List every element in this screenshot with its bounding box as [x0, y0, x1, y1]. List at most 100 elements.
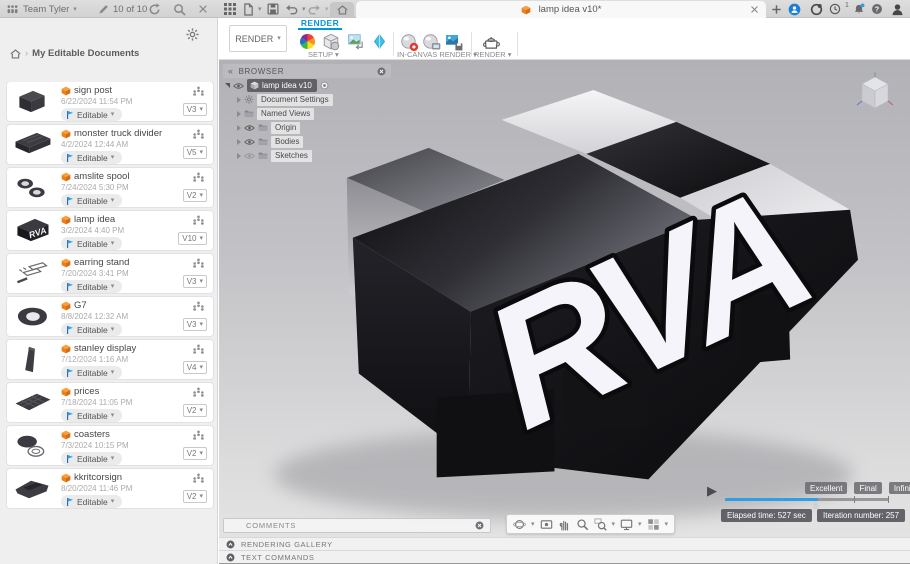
visibility-eye-icon[interactable]: [244, 138, 255, 146]
rendering-gallery-bar[interactable]: RENDERING GALLERY: [219, 537, 910, 550]
notifications-button[interactable]: 1: [829, 0, 849, 18]
visibility-eye-icon[interactable]: [244, 124, 255, 132]
close-panel-button[interactable]: [197, 0, 209, 18]
breadcrumb[interactable]: › My Editable Documents: [10, 48, 139, 59]
document-name[interactable]: kkritcorsign: [74, 472, 122, 483]
document-version-chip[interactable]: V4 ▾: [182, 361, 207, 374]
document-card[interactable]: stanley display 7/12/2024 1:16 AM Editable…: [7, 340, 213, 379]
team-switcher[interactable]: Team Tyler ▾: [6, 0, 77, 18]
home-tab[interactable]: [330, 2, 354, 18]
document-version-chip[interactable]: V3 ▾: [182, 318, 207, 331]
render-viewport[interactable]: RVA « BROWSER lamp idea v10 Document Set…: [219, 60, 910, 537]
share-people-icon[interactable]: [192, 387, 205, 398]
group-label-in-canvas-render[interactable]: IN-CANVAS RENDER ▾: [397, 50, 477, 59]
job-status-button[interactable]: [787, 0, 801, 18]
document-card[interactable]: kkritcorsign 8/20/2024 11:46 PM Editable ▾ V…: [7, 469, 213, 508]
browser-node[interactable]: Document Settings: [223, 93, 391, 106]
document-name[interactable]: sign post: [74, 85, 112, 96]
share-people-icon[interactable]: [192, 129, 205, 140]
share-people-icon[interactable]: [192, 301, 205, 312]
browser-node-label[interactable]: Sketches: [271, 149, 312, 162]
capture-image-icon[interactable]: [445, 33, 463, 51]
text-commands-bar[interactable]: TEXT COMMANDS: [219, 550, 910, 564]
activity-button[interactable]: [809, 0, 823, 18]
share-people-icon[interactable]: [192, 473, 205, 484]
document-status-pill[interactable]: Editable ▾: [61, 108, 123, 121]
document-status-pill[interactable]: Editable ▾: [61, 323, 123, 336]
alerts-button[interactable]: [852, 0, 866, 18]
orbit-icon[interactable]: [513, 518, 526, 531]
share-people-icon[interactable]: [192, 258, 205, 269]
collapsed-arrow-icon[interactable]: [237, 152, 241, 159]
search-button[interactable]: [172, 0, 186, 18]
browser-node[interactable]: Bodies: [223, 135, 391, 148]
collapsed-arrow-icon[interactable]: [237, 124, 241, 131]
collapsed-arrow-icon[interactable]: [237, 110, 241, 117]
document-version-chip[interactable]: V3 ▾: [182, 103, 207, 116]
document-version-chip[interactable]: V2 ▾: [182, 447, 207, 460]
document-card[interactable]: G7 8/8/2024 12:32 AM Editable ▾ V3 ▾: [7, 297, 213, 336]
comments-bar[interactable]: COMMENTS: [223, 518, 491, 533]
collapse-panel-icon[interactable]: «: [228, 66, 234, 76]
document-card[interactable]: coasters 7/3/2024 10:15 PM Editable ▾ V2 ▾: [7, 426, 213, 465]
document-status-pill[interactable]: Editable ▾: [61, 237, 123, 250]
browser-node[interactable]: Origin: [223, 121, 391, 134]
document-status-pill[interactable]: Editable ▾: [61, 151, 123, 164]
document-card[interactable]: earring stand 7/20/2024 3:41 PM Editable ▾ V…: [7, 254, 213, 293]
document-name[interactable]: coasters: [74, 429, 110, 440]
document-status-pill[interactable]: Editable ▾: [61, 495, 123, 508]
share-people-icon[interactable]: [192, 430, 205, 441]
caret-down-icon[interactable]: ▾: [612, 521, 616, 528]
expand-panel-icon[interactable]: [226, 540, 235, 549]
document-status-pill[interactable]: Editable ▾: [61, 409, 123, 422]
render-quality-slider[interactable]: [725, 496, 889, 503]
browser-close-icon[interactable]: [377, 67, 386, 76]
scene-settings-icon[interactable]: [322, 33, 340, 51]
document-name[interactable]: lamp idea: [74, 214, 115, 225]
undo-button[interactable]: ▾: [285, 0, 306, 18]
document-name[interactable]: monster truck divider: [74, 128, 162, 139]
collapsed-arrow-icon[interactable]: [237, 138, 241, 145]
view-cube[interactable]: [856, 72, 894, 114]
document-status-pill[interactable]: Editable ▾: [61, 366, 123, 379]
redo-button[interactable]: ▾: [308, 0, 329, 18]
render-teapot-icon[interactable]: [481, 35, 502, 51]
share-people-icon[interactable]: [192, 86, 205, 97]
settings-gear-icon[interactable]: [186, 28, 199, 41]
texture-map-icon[interactable]: [347, 33, 365, 50]
file-menu-button[interactable]: ▾: [243, 0, 262, 18]
browser-node-label[interactable]: Document Settings: [257, 93, 333, 106]
caret-down-icon[interactable]: ▾: [531, 521, 535, 528]
browser-node-label[interactable]: Named Views: [257, 107, 315, 120]
document-version-chip[interactable]: V2 ▾: [182, 404, 207, 417]
look-at-icon[interactable]: [540, 518, 553, 531]
document-version-chip[interactable]: V2 ▾: [182, 490, 207, 503]
browser-node-label[interactable]: Origin: [271, 121, 301, 134]
document-tab[interactable]: lamp idea v10*: [356, 1, 766, 18]
document-name[interactable]: earring stand: [74, 257, 129, 268]
document-name[interactable]: stanley display: [74, 343, 136, 354]
document-name[interactable]: prices: [74, 386, 99, 397]
zoom-window-icon[interactable]: [594, 518, 607, 531]
help-button[interactable]: ?: [870, 0, 884, 18]
collapsed-arrow-icon[interactable]: [237, 96, 241, 103]
workspace-selector[interactable]: RENDER ▾: [229, 25, 287, 52]
new-tab-button[interactable]: [769, 0, 783, 18]
document-card[interactable]: amslite spool 7/24/2024 5:30 PM Editable ▾ V…: [7, 168, 213, 207]
visibility-eye-icon[interactable]: [233, 82, 244, 90]
comments-close-icon[interactable]: [475, 521, 484, 530]
browser-node[interactable]: Named Views: [223, 107, 391, 120]
document-card[interactable]: sign post 6/22/2024 11:54 PM Editable ▾ V3 ▾: [7, 82, 213, 121]
document-status-pill[interactable]: Editable ▾: [61, 194, 123, 207]
share-people-icon[interactable]: [192, 172, 205, 183]
pan-hand-icon[interactable]: [558, 518, 571, 531]
caret-down-icon[interactable]: ▾: [638, 521, 642, 528]
active-component-radio[interactable]: [320, 81, 329, 90]
slider-marker-icon[interactable]: △: [813, 501, 818, 509]
refresh-button[interactable]: [147, 0, 161, 18]
expanded-arrow-icon[interactable]: [225, 83, 230, 88]
document-status-pill[interactable]: Editable ▾: [61, 280, 123, 293]
appearance-icon[interactable]: [299, 33, 316, 50]
render-play-button[interactable]: ▶: [707, 484, 717, 497]
display-settings-icon[interactable]: [620, 518, 633, 531]
